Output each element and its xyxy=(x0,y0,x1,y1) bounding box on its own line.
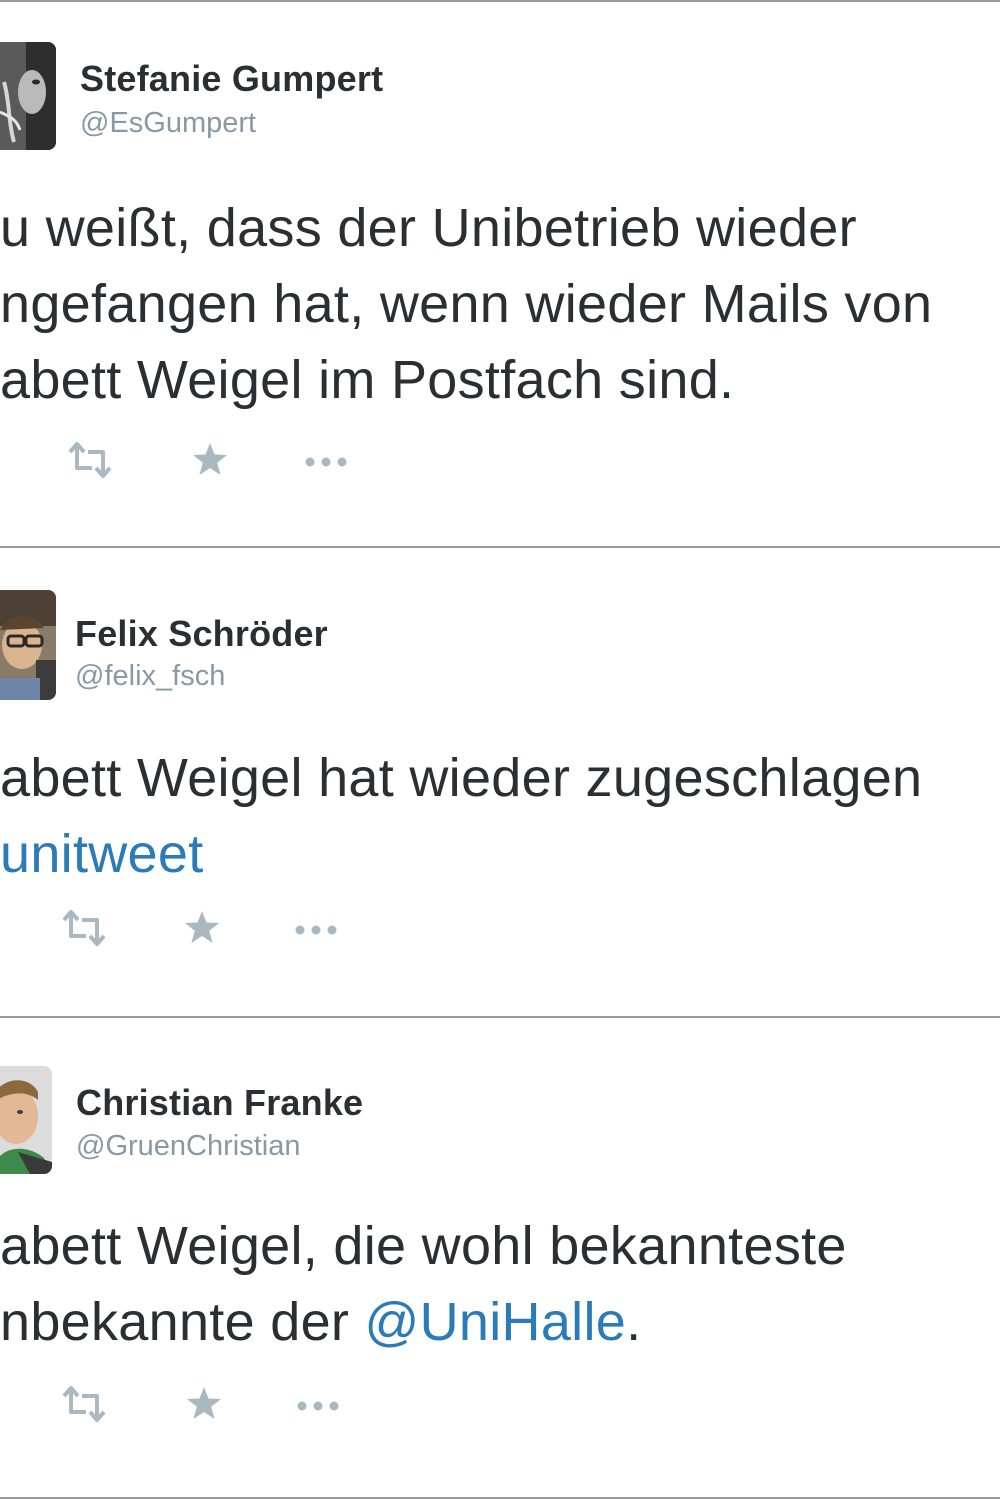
tweet-text-segment: abett Weigel hat wieder zugeschlagen xyxy=(0,748,923,808)
avatar[interactable] xyxy=(0,42,56,150)
mention-link[interactable]: @UniHalle xyxy=(364,1292,626,1352)
tweet-text-line: ngefangen hat, wenn wieder Mails von xyxy=(0,266,932,342)
tweet-text-line: abett Weigel hat wieder zugeschlagen xyxy=(0,740,922,816)
tweet-text-segment: u weißt, dass der Unibetrieb wieder xyxy=(0,198,857,258)
star-icon[interactable] xyxy=(182,908,222,948)
tweet-text-segment: nbekannte der xyxy=(0,1292,365,1352)
more-dots-icon[interactable] xyxy=(302,440,350,480)
more-dots-icon[interactable] xyxy=(294,1384,342,1424)
tweet-text-segment: . xyxy=(626,1292,642,1352)
tweet-text-line: nbekannte der @UniHalle. xyxy=(0,1284,847,1360)
tweet-card[interactable]: Stefanie Gumpert @EsGumpert u weißt, das… xyxy=(0,2,1000,546)
avatar[interactable] xyxy=(0,590,56,700)
author-name[interactable]: Stefanie Gumpert xyxy=(80,58,383,100)
tweet-card[interactable]: Christian Franke @GruenChristian abett W… xyxy=(0,1018,1000,1497)
avatar[interactable] xyxy=(0,1066,52,1174)
tweet-text-segment: abett Weigel im Postfach sind. xyxy=(0,350,735,410)
star-icon[interactable] xyxy=(190,440,230,480)
author-handle[interactable]: @felix_fsch xyxy=(75,660,225,693)
more-dots-icon[interactable] xyxy=(292,908,340,948)
tweet-text-segment: abett Weigel, die wohl bekannteste xyxy=(0,1216,847,1276)
tweet-card[interactable]: Felix Schröder @felix_fsch abett Weigel … xyxy=(0,548,1000,1016)
star-icon[interactable] xyxy=(184,1384,224,1424)
tweet-text-line: abett Weigel im Postfach sind. xyxy=(0,342,932,418)
retweet-icon[interactable] xyxy=(60,908,108,948)
retweet-icon[interactable] xyxy=(60,1384,108,1424)
tweet-text: abett Weigel hat wieder zugeschlagen unit… xyxy=(0,740,922,892)
tweet-actions xyxy=(0,1384,400,1424)
hashtag-link[interactable]: unitweet xyxy=(0,824,204,884)
tweet-text: u weißt, dass der Unibetrieb wieder ngefa… xyxy=(0,190,932,418)
tweet-text-line: u weißt, dass der Unibetrieb wieder xyxy=(0,190,932,266)
author-name[interactable]: Christian Franke xyxy=(76,1082,363,1124)
author-handle[interactable]: @GruenChristian xyxy=(76,1130,300,1163)
tweet-text-line: unitweet xyxy=(0,816,922,892)
tweet-text-line: abett Weigel, die wohl bekannteste xyxy=(0,1208,847,1284)
author-handle[interactable]: @EsGumpert xyxy=(80,107,256,140)
tweet-actions xyxy=(0,908,400,948)
tweet-actions xyxy=(0,440,400,480)
retweet-icon[interactable] xyxy=(66,440,114,480)
tweet-text-segment: ngefangen hat, wenn wieder Mails von xyxy=(0,274,933,334)
author-name[interactable]: Felix Schröder xyxy=(75,613,328,655)
tweet-text: abett Weigel, die wohl bekannteste nbekan… xyxy=(0,1208,847,1360)
